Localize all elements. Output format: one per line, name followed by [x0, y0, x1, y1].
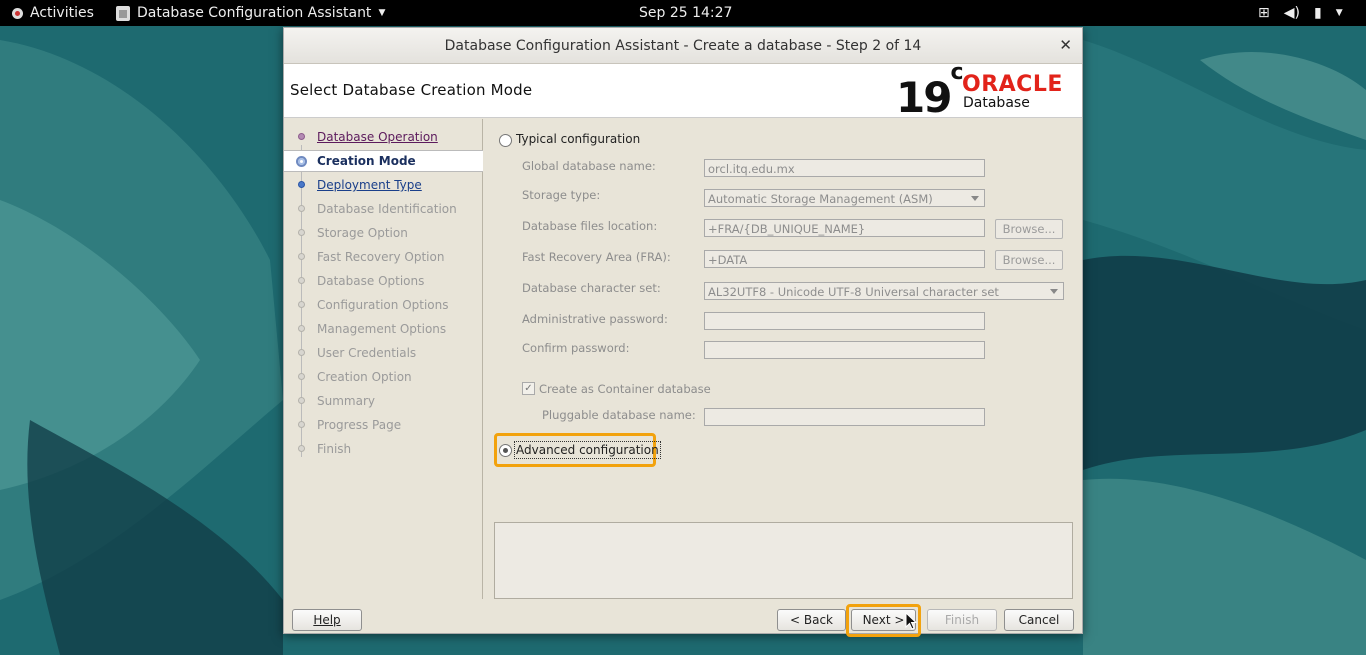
- oracle-version-logo: 19c: [896, 60, 964, 122]
- step-indicator-icon: [298, 133, 305, 140]
- oracle-logo: ORACLE: [962, 72, 1063, 97]
- confirm-password-input[interactable]: [704, 341, 985, 359]
- nav-step-label: Database Options: [317, 274, 425, 288]
- nav-step-creation-option: Creation Option: [284, 366, 483, 388]
- nav-step-database-identification: Database Identification: [284, 198, 483, 220]
- creation-mode-panel: Typical configuration Global database na…: [484, 119, 1082, 599]
- app-icon: [116, 5, 130, 21]
- nav-step-progress-page: Progress Page: [284, 414, 483, 436]
- nav-step-storage-option: Storage Option: [284, 222, 483, 244]
- activities-label: Activities: [30, 5, 94, 21]
- admin-password-input[interactable]: [704, 312, 985, 330]
- system-tray[interactable]: ⊞ ◀) ▮ ▼: [1244, 0, 1343, 26]
- step-indicator-icon: [298, 277, 305, 284]
- container-db-label[interactable]: Create as Container database: [539, 382, 711, 396]
- global-db-name-label: Global database name:: [522, 159, 656, 173]
- network-icon: ⊞: [1258, 5, 1270, 21]
- nav-step-label: Fast Recovery Option: [317, 250, 445, 264]
- nav-step-deployment-type[interactable]: Deployment Type: [284, 174, 483, 196]
- charset-select[interactable]: AL32UTF8 - Unicode UTF-8 Universal chara…: [704, 282, 1064, 300]
- step-indicator-icon: [296, 156, 307, 167]
- battery-icon: ▮: [1313, 5, 1322, 21]
- back-button[interactable]: < Back: [777, 609, 846, 631]
- nav-step-label: Finish: [317, 442, 352, 456]
- db-files-browse-button[interactable]: Browse...: [995, 219, 1063, 239]
- fra-browse-button[interactable]: Browse...: [995, 250, 1063, 270]
- page-title: Select Database Creation Mode: [290, 81, 533, 99]
- container-db-checkbox[interactable]: ✓: [522, 382, 535, 395]
- pluggable-db-input[interactable]: [704, 408, 985, 426]
- step-indicator-icon: [298, 349, 305, 356]
- nav-step-label: Database Identification: [317, 202, 457, 216]
- description-box: [494, 522, 1073, 599]
- steps-sidebar: Database Operation Creation Mode Deploymen…: [284, 119, 483, 599]
- cancel-button[interactable]: Cancel: [1004, 609, 1074, 631]
- chevron-down-icon: ▼: [1335, 8, 1343, 18]
- step-indicator-icon: [298, 205, 305, 212]
- dialog-titlebar: Database Configuration Assistant - Creat…: [284, 28, 1082, 64]
- oracle-product-label: Database: [963, 95, 1030, 111]
- typical-config-label[interactable]: Typical configuration: [516, 132, 640, 146]
- db-files-location-input[interactable]: +FRA/{DB_UNIQUE_NAME}: [704, 219, 985, 237]
- nav-step-label: Database Operation: [317, 130, 438, 144]
- step-indicator-icon: [298, 397, 305, 404]
- confirm-password-label: Confirm password:: [522, 341, 630, 355]
- step-indicator-icon: [298, 253, 305, 260]
- nav-step-label: Summary: [317, 394, 375, 408]
- nav-step-summary: Summary: [284, 390, 483, 412]
- clock-label: Sep 25 14:27: [639, 5, 733, 21]
- nav-step-label: Creation Mode: [317, 154, 416, 168]
- storage-type-select[interactable]: Automatic Storage Management (ASM): [704, 189, 985, 207]
- mouse-cursor-icon: [905, 612, 917, 630]
- nav-step-finish: Finish: [284, 438, 483, 460]
- activities-button[interactable]: Activities: [12, 0, 94, 26]
- dialog-header: Select Database Creation Mode 19c ORACLE…: [284, 60, 1082, 122]
- nav-step-label: Storage Option: [317, 226, 408, 240]
- admin-password-label: Administrative password:: [522, 312, 668, 326]
- nav-step-creation-mode[interactable]: Creation Mode: [284, 150, 483, 172]
- step-indicator-icon: [298, 181, 305, 188]
- nav-step-configuration-options: Configuration Options: [284, 294, 483, 316]
- typical-config-radio[interactable]: [499, 134, 512, 147]
- step-indicator-icon: [298, 229, 305, 236]
- db-files-location-label: Database files location:: [522, 219, 658, 233]
- nav-step-management-options: Management Options: [284, 318, 483, 340]
- step-indicator-icon: [298, 445, 305, 452]
- fra-label: Fast Recovery Area (FRA):: [522, 250, 671, 264]
- app-menu[interactable]: Database Configuration Assistant ▼: [116, 0, 385, 26]
- chevron-down-icon: ▼: [378, 8, 386, 18]
- volume-icon: ◀): [1283, 5, 1300, 21]
- nav-step-label: Management Options: [317, 322, 447, 336]
- step-indicator-icon: [298, 301, 305, 308]
- nav-step-label: Progress Page: [317, 418, 402, 432]
- dialog-title: Database Configuration Assistant - Creat…: [444, 37, 922, 54]
- step-indicator-icon: [298, 325, 305, 332]
- clock[interactable]: Sep 25 14:27: [639, 0, 732, 26]
- activities-icon: [12, 7, 23, 19]
- nav-step-user-credentials: User Credentials: [284, 342, 483, 364]
- top-bar: Activities Database Configuration Assist…: [0, 0, 1366, 26]
- nav-step-fast-recovery-option: Fast Recovery Option: [284, 246, 483, 268]
- nav-step-database-operation[interactable]: Database Operation: [284, 126, 483, 148]
- dbca-dialog: Database Configuration Assistant - Creat…: [283, 27, 1083, 637]
- finish-button[interactable]: Finish: [927, 609, 997, 631]
- pluggable-db-label: Pluggable database name:: [542, 408, 696, 422]
- advanced-config-radio[interactable]: [499, 444, 512, 457]
- advanced-config-label[interactable]: Advanced configuration: [514, 441, 661, 459]
- app-menu-label: Database Configuration Assistant: [137, 5, 372, 21]
- help-button[interactable]: Help: [292, 609, 362, 631]
- nav-step-label: Creation Option: [317, 370, 412, 384]
- close-icon[interactable]: ✕: [1059, 36, 1072, 54]
- step-indicator-icon: [298, 421, 305, 428]
- nav-step-database-options: Database Options: [284, 270, 483, 292]
- nav-step-label: Deployment Type: [317, 178, 422, 192]
- global-db-name-input[interactable]: orcl.itq.edu.mx: [704, 159, 985, 177]
- nav-step-label: User Credentials: [317, 346, 417, 360]
- charset-label: Database character set:: [522, 281, 661, 295]
- step-indicator-icon: [298, 373, 305, 380]
- storage-type-label: Storage type:: [522, 188, 601, 202]
- fra-input[interactable]: +DATA: [704, 250, 985, 268]
- nav-step-label: Configuration Options: [317, 298, 449, 312]
